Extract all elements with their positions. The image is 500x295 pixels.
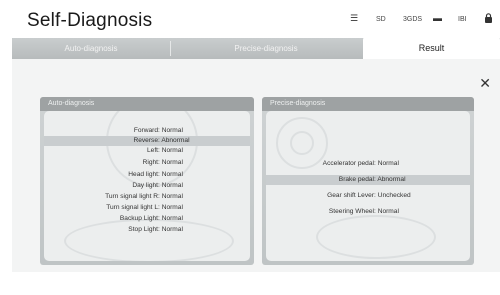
list-item: Forward : Normal	[133, 127, 183, 134]
wifi-icon: ☰	[350, 13, 359, 23]
precise-diagnosis-title: Precise-diagnosis	[262, 97, 474, 111]
auto-diagnosis-title: Auto-diagnosis	[40, 97, 254, 111]
list-item: Backup Light : Normal	[119, 215, 183, 222]
auto-diagnosis-panel: Auto-diagnosis Forward : Normal Reverse …	[40, 97, 254, 265]
tab-result[interactable]: Result	[363, 36, 500, 60]
lock-icon	[484, 13, 493, 25]
bluetooth-indicator: IBI	[458, 16, 467, 23]
header-bar: Self-Diagnosis ☰ SD 3GDS ▬ IBI	[0, 0, 500, 38]
steering-wheel-hub-watermark	[290, 131, 314, 155]
page-title: Self-Diagnosis	[27, 10, 153, 31]
auto-diagnosis-list: Forward : Normal Reverse : Abnormal Left…	[44, 111, 250, 261]
precise-diagnosis-panel: Precise-diagnosis Accelerator pedal : No…	[262, 97, 474, 265]
close-icon[interactable]: ✕	[479, 76, 491, 90]
list-item: Gear shift Lever : Unchecked	[327, 192, 411, 199]
list-item: Steering Wheel : Normal	[328, 208, 399, 215]
list-item: Turn signal light L : Normal	[106, 204, 183, 211]
list-item: Head light : Normal	[128, 171, 183, 178]
footer-area	[0, 272, 500, 295]
tab-auto-diagnosis[interactable]: Auto-diagnosis	[12, 38, 170, 59]
list-item: Accelerator pedal : Normal	[322, 160, 399, 167]
sd-indicator: SD	[376, 16, 386, 23]
list-item: Stop Light : Normal	[128, 226, 183, 233]
list-item: Turn signal light R : Normal	[105, 193, 183, 200]
usb-icon: ▬	[433, 13, 442, 23]
list-item: Right : Normal	[142, 159, 183, 166]
tab-bar: Auto-diagnosis Precise-diagnosis Result	[12, 36, 500, 60]
tab-precise-diagnosis[interactable]: Precise-diagnosis	[171, 38, 361, 59]
gps-indicator: 3GDS	[403, 16, 423, 23]
pedal-watermark	[316, 215, 436, 259]
list-item: Left : Normal	[147, 147, 183, 154]
list-item: Reverse : Abnormal	[44, 136, 250, 146]
list-item: Brake pedal : Abnormal	[266, 175, 470, 185]
list-item: Day light : Normal	[132, 182, 183, 189]
precise-diagnosis-list: Accelerator pedal : Normal Brake pedal :…	[266, 111, 470, 261]
